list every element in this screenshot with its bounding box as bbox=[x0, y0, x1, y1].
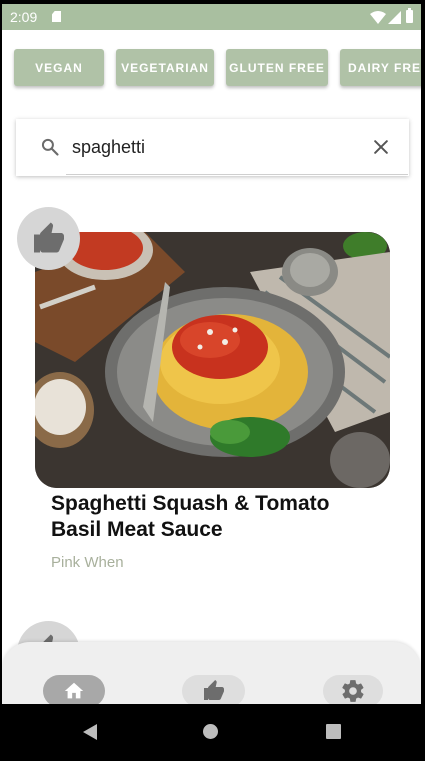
filter-chip-gluten-free[interactable]: GLUTEN FREE bbox=[226, 49, 328, 86]
search-icon[interactable] bbox=[40, 137, 60, 157]
status-bar: 2:09 bbox=[2, 4, 421, 30]
search-underline bbox=[66, 174, 408, 175]
sd-card-icon bbox=[52, 11, 61, 22]
battery-icon bbox=[406, 8, 413, 23]
close-icon[interactable] bbox=[371, 137, 391, 157]
thumbs-up-icon bbox=[203, 680, 224, 700]
nav-liked-button[interactable] bbox=[182, 675, 245, 707]
recipe-title[interactable]: Spaghetti Squash & Tomato Basil Meat Sau… bbox=[51, 491, 371, 543]
home-icon bbox=[64, 682, 84, 699]
nav-settings-button[interactable] bbox=[323, 675, 383, 707]
signal-icon bbox=[388, 11, 401, 24]
status-time: 2:09 bbox=[10, 9, 38, 25]
recipe-source: Pink When bbox=[51, 554, 124, 571]
recipe-image[interactable] bbox=[35, 232, 390, 488]
back-icon[interactable] bbox=[83, 724, 97, 740]
recents-icon[interactable] bbox=[326, 724, 341, 739]
liked-badge[interactable] bbox=[17, 207, 80, 270]
search-input[interactable] bbox=[72, 133, 352, 161]
filter-chips: VEGAN VEGETARIAN GLUTEN FREE DAIRY FRE bbox=[14, 49, 421, 89]
wifi-icon bbox=[370, 11, 386, 24]
recipe-photo bbox=[35, 232, 390, 488]
gear-icon bbox=[342, 680, 364, 702]
filter-chip-vegan[interactable]: VEGAN bbox=[14, 49, 104, 86]
filter-chip-vegetarian[interactable]: VEGETARIAN bbox=[116, 49, 214, 86]
filter-chip-dairy-free[interactable]: DAIRY FRE bbox=[340, 49, 421, 86]
nav-home-button[interactable] bbox=[43, 675, 105, 707]
search-bar bbox=[16, 119, 409, 176]
home-circle-icon[interactable] bbox=[203, 724, 218, 739]
android-navigation-bar bbox=[0, 704, 425, 761]
app-screen: 2:09 VEGAN VEGETARIAN GLUTEN FREE DAIRY … bbox=[2, 4, 421, 761]
thumbs-up-icon bbox=[33, 222, 64, 252]
